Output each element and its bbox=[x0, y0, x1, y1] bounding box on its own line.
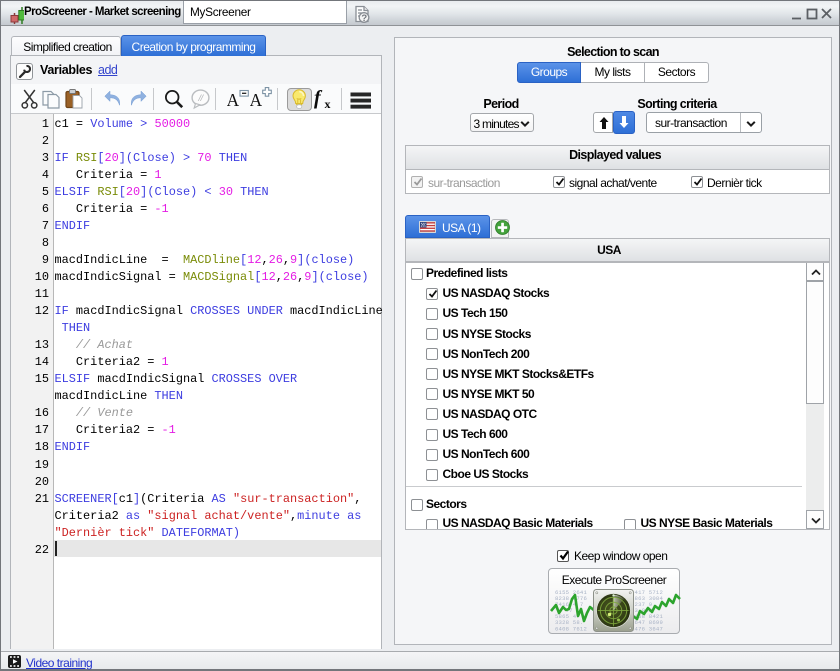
svg-text:A: A bbox=[250, 90, 263, 109]
svg-text:?: ? bbox=[361, 13, 367, 24]
svg-text:2476 3647: 2476 3647 bbox=[631, 625, 663, 632]
svg-text:f: f bbox=[314, 87, 323, 109]
svg-text:6408 7612: 6408 7612 bbox=[555, 625, 587, 632]
svg-text:A: A bbox=[227, 90, 240, 109]
svg-text:x: x bbox=[325, 97, 331, 111]
